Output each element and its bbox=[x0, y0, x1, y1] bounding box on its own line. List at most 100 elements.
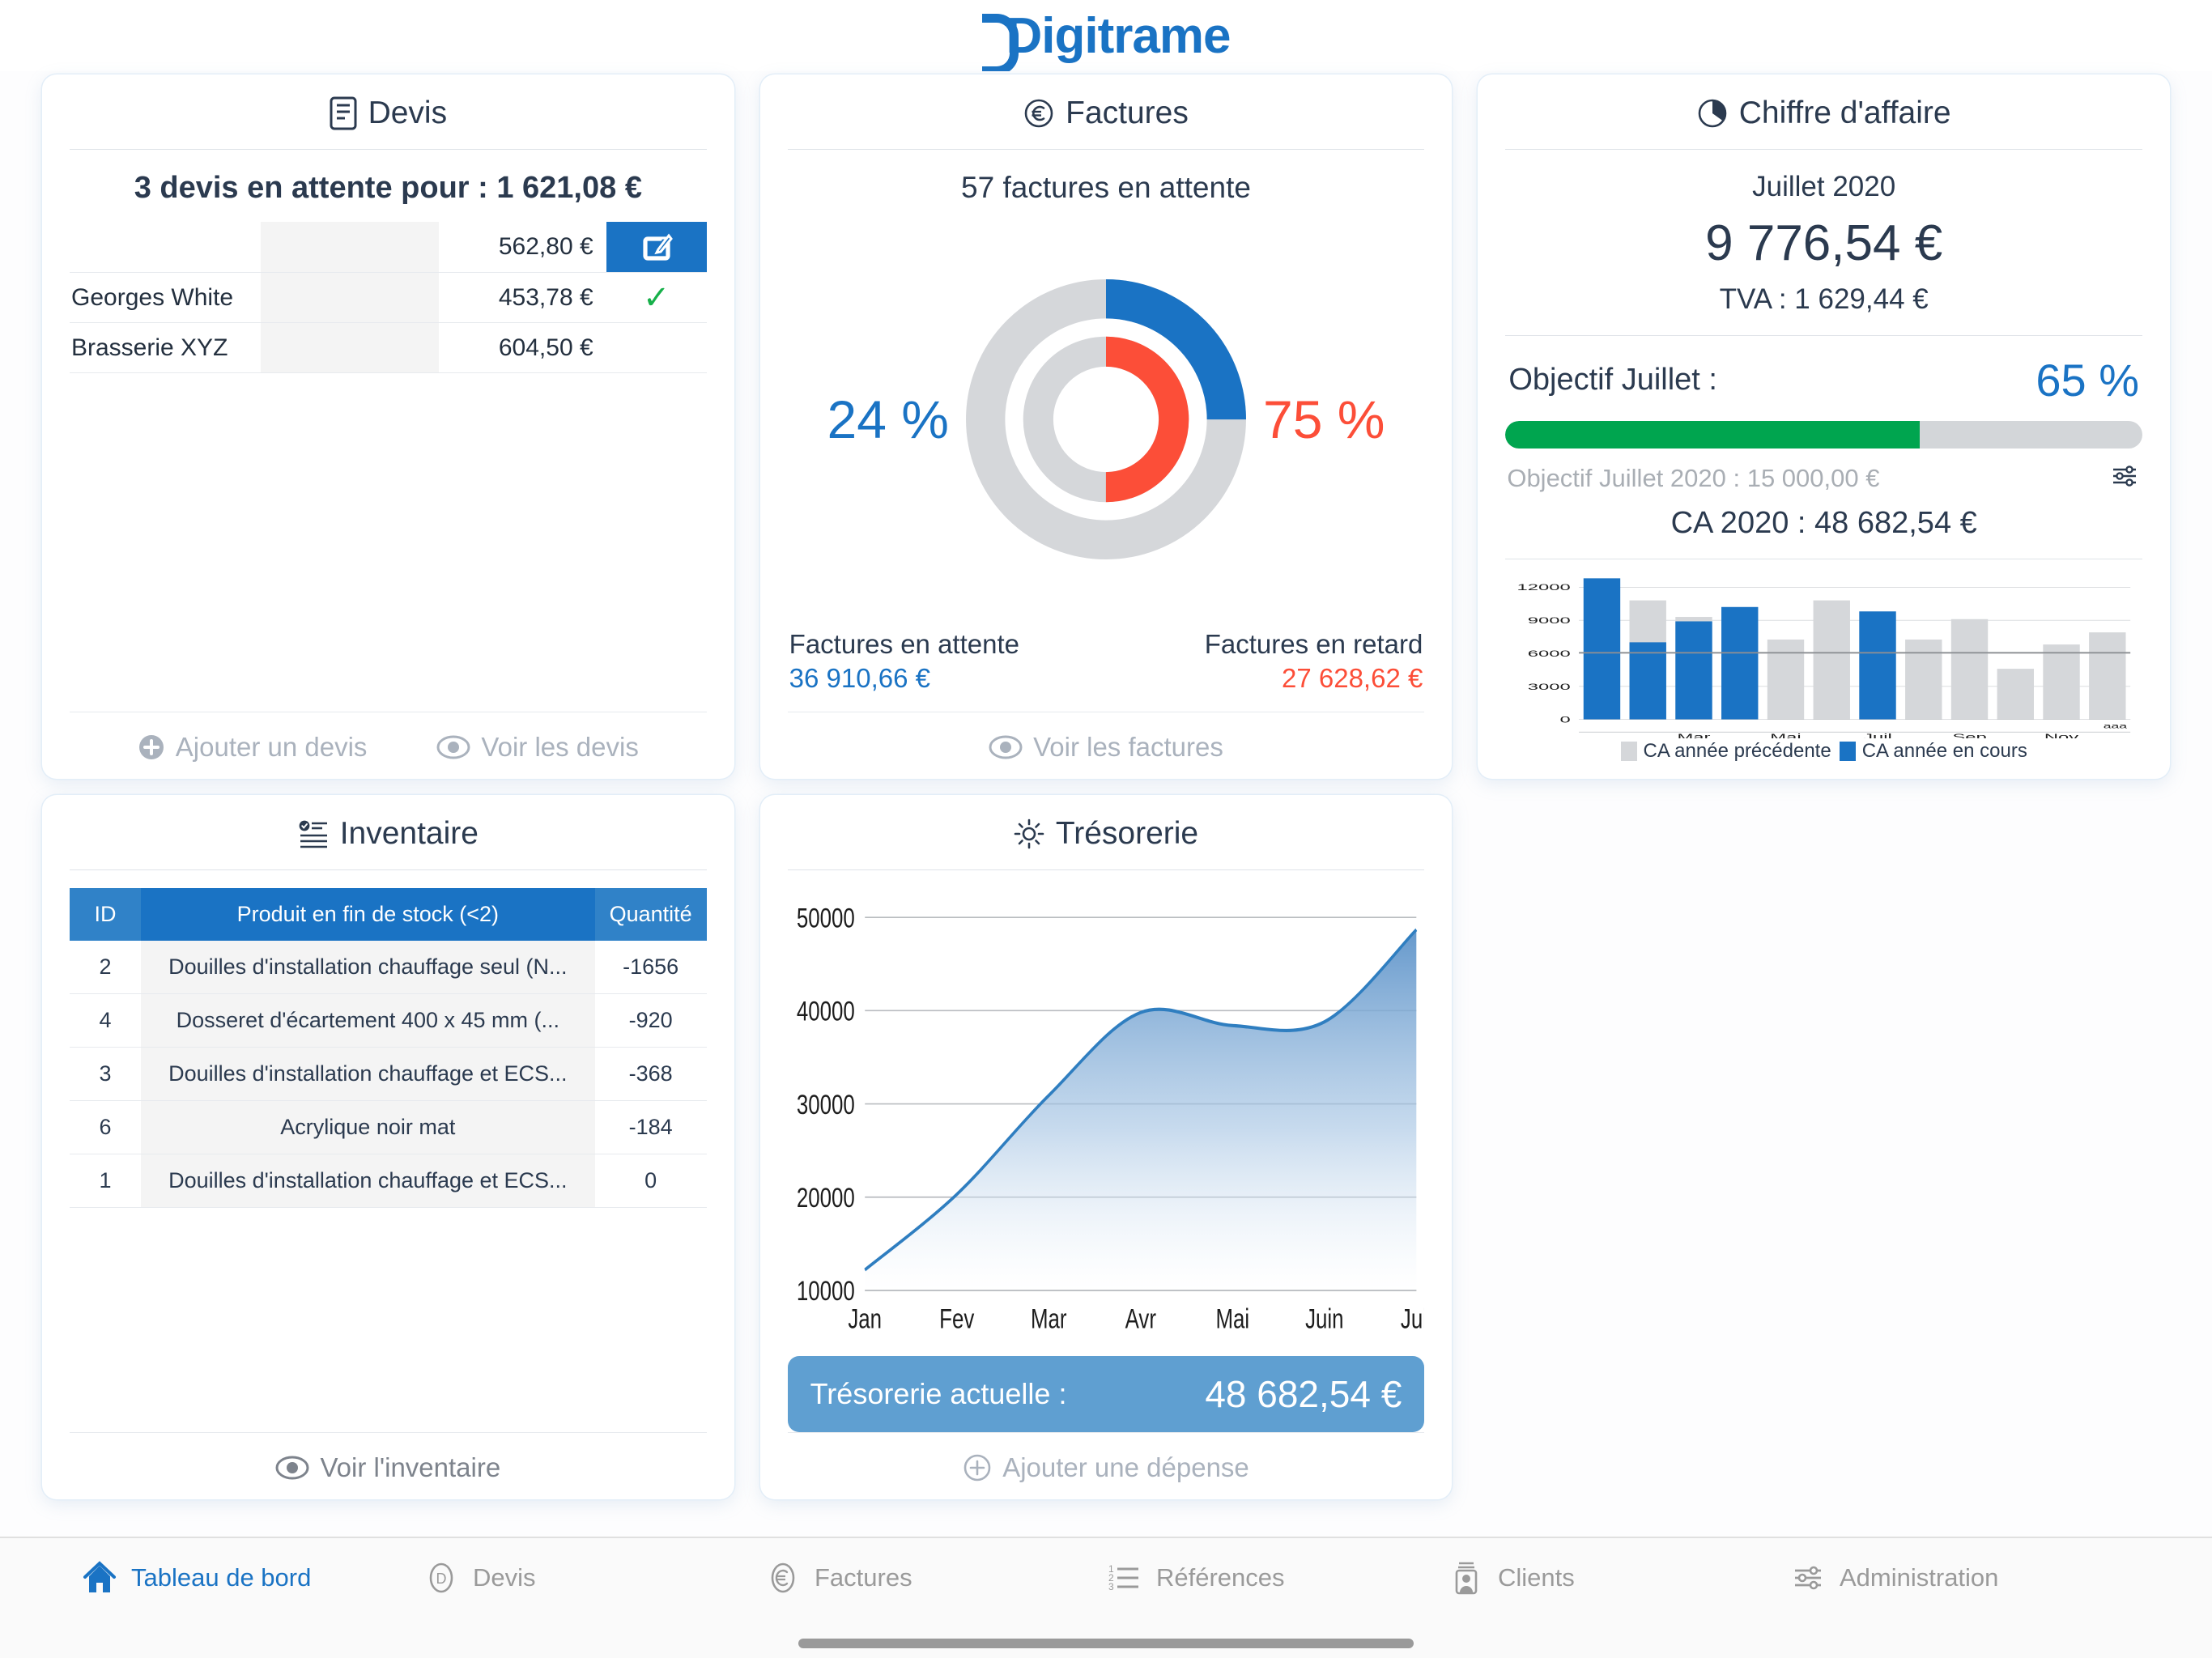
chiffre-bar-chart: 0 3000 6000 9000 12000 aaa Mar Mai Juil Sep Nov bbox=[1505, 559, 2142, 742]
chiffre-tva: TVA : 1 629,44 € bbox=[1505, 283, 2142, 336]
inventaire-table-header: ID Produit en fin de stock (<2) Quantité bbox=[70, 888, 707, 941]
pie-clock-icon bbox=[1697, 98, 1728, 129]
factures-pct-late: 75 % bbox=[1262, 389, 1385, 449]
table-row[interactable]: 3 Douilles d'installation chauffage et E… bbox=[70, 1047, 707, 1101]
chiffre-month: Juillet 2020 bbox=[1752, 171, 1896, 202]
eye-icon bbox=[275, 1456, 309, 1480]
factures-legend: Factures en attente 36 910,66 € Factures… bbox=[788, 626, 1425, 712]
nav-item-administration[interactable]: Administration bbox=[1789, 1559, 2131, 1596]
svg-text:Mar: Mar bbox=[1031, 1304, 1067, 1334]
table-row[interactable]: Brasserie XYZ 604,50 € bbox=[70, 322, 707, 373]
legend-current-year: CA année en cours bbox=[1839, 740, 2027, 763]
row-product: Dosseret d'écartement 400 x 45 mm (... bbox=[141, 993, 595, 1048]
nav-item-clients[interactable]: Clients bbox=[1448, 1559, 1789, 1596]
table-row[interactable]: 6 Acrylique noir mat -184 bbox=[70, 1100, 707, 1154]
view-inventaire-label: Voir l'inventaire bbox=[320, 1452, 501, 1482]
objective-percent: 65 % bbox=[2035, 355, 2139, 406]
row-id: 3 bbox=[70, 1047, 141, 1101]
svg-text:Mar: Mar bbox=[1678, 732, 1711, 738]
edit-devis-button[interactable] bbox=[606, 222, 707, 272]
svg-text:Mai: Mai bbox=[1215, 1304, 1249, 1334]
nav-item-factures[interactable]: Factures bbox=[764, 1559, 1106, 1596]
svg-text:aaa: aaa bbox=[2104, 722, 2128, 729]
svg-text:20000: 20000 bbox=[797, 1184, 855, 1214]
nav-items: Tableau de bord D Devis Factures 1 2 3 R… bbox=[81, 1538, 2131, 1596]
nav-item-devis[interactable]: D Devis bbox=[423, 1559, 764, 1596]
card-chiffre-header: Chiffre d'affaire bbox=[1505, 96, 2142, 150]
nav-item-tableau-de-bord[interactable]: Tableau de bord bbox=[81, 1559, 423, 1596]
tresorerie-current-pill: Trésorerie actuelle : 48 682,54 € bbox=[787, 1356, 1425, 1432]
table-row[interactable]: 2 Douilles d'installation chauffage seul… bbox=[70, 941, 707, 994]
legend-prev-year: CA année précédente bbox=[1620, 740, 1831, 763]
nav-item-references[interactable]: 1 2 3 Références bbox=[1106, 1559, 1448, 1596]
euro-circle-icon bbox=[764, 1559, 802, 1596]
add-depense-button[interactable]: Ajouter une dépense bbox=[963, 1452, 1249, 1483]
devis-action-cell bbox=[606, 323, 707, 373]
svg-text:10000: 10000 bbox=[797, 1277, 855, 1307]
factures-late-value: 27 628,62 € bbox=[1281, 663, 1423, 693]
svg-text:Mai: Mai bbox=[1771, 732, 1802, 738]
row-product: Douilles d'installation chauffage et ECS… bbox=[141, 1047, 595, 1101]
svg-text:D: D bbox=[436, 1571, 447, 1587]
eye-icon bbox=[436, 735, 470, 759]
view-factures-label: Voir les factures bbox=[1033, 732, 1223, 762]
plus-circle-icon bbox=[138, 733, 165, 761]
card-factures-title: Factures bbox=[1066, 96, 1189, 130]
card-tresorerie: Trésorerie 10000 20000 30000 40000 50000 Jan F… bbox=[759, 795, 1453, 1499]
card-tresorerie-title: Trésorerie bbox=[1055, 816, 1199, 851]
col-id: ID bbox=[70, 888, 141, 941]
svg-text:Juil: Juil bbox=[1401, 1304, 1425, 1334]
eye-icon bbox=[989, 735, 1023, 759]
svg-text:9000: 9000 bbox=[1528, 615, 1571, 626]
row-qty: 0 bbox=[594, 1154, 707, 1208]
factures-pending-value: 36 910,66 € bbox=[789, 663, 930, 693]
add-devis-label: Ajouter un devis bbox=[175, 732, 368, 762]
svg-text:Sep: Sep bbox=[1953, 732, 1987, 738]
devis-bar bbox=[260, 272, 440, 323]
factures-late-label: Factures en retard bbox=[1204, 629, 1423, 659]
add-devis-button[interactable]: Ajouter un devis bbox=[138, 732, 368, 763]
legend-current-swatch bbox=[1839, 742, 1856, 761]
table-row[interactable]: Georges White 453,78 € ✓ bbox=[70, 272, 707, 323]
objective-sub-label: Objectif Juillet 2020 : 15 000,00 € bbox=[1507, 463, 1880, 492]
view-inventaire-button[interactable]: Voir l'inventaire bbox=[275, 1452, 500, 1483]
legend-prev-swatch bbox=[1620, 742, 1637, 761]
add-depense-label: Ajouter une dépense bbox=[1002, 1452, 1249, 1482]
nav-label-devis: Devis bbox=[473, 1563, 536, 1592]
card-factures-header: Factures bbox=[787, 96, 1425, 150]
document-icon bbox=[330, 96, 357, 130]
dashboard-body: Devis 3 devis en attente pour : 1 621,08… bbox=[0, 71, 2212, 1537]
row-qty: -920 bbox=[594, 993, 707, 1048]
nav-label-administration: Administration bbox=[1840, 1563, 1999, 1592]
sliders-icon[interactable] bbox=[2108, 460, 2141, 496]
card-inventaire: Inventaire ID Produit en fin de stock (<… bbox=[42, 795, 734, 1499]
view-devis-button[interactable]: Voir les devis bbox=[436, 732, 639, 763]
devis-amount: 604,50 € bbox=[498, 334, 593, 361]
factures-late-block: Factures en retard 27 628,62 € bbox=[1205, 629, 1423, 694]
objective-progress-bar bbox=[1505, 421, 2142, 449]
tresorerie-footer: Ajouter une dépense bbox=[787, 1432, 1425, 1483]
table-row[interactable]: 562,80 € bbox=[70, 222, 707, 273]
card-devis-title: Devis bbox=[368, 96, 448, 130]
nav-label-factures: Factures bbox=[815, 1563, 912, 1592]
card-inventaire-header: Inventaire bbox=[70, 816, 707, 870]
factures-pct-pending: 24 % bbox=[827, 389, 949, 449]
row-product: Douilles d'installation chauffage et ECS… bbox=[141, 1154, 595, 1208]
view-factures-button[interactable]: Voir les factures bbox=[989, 732, 1223, 763]
devis-bar bbox=[260, 322, 440, 373]
home-icon bbox=[81, 1559, 118, 1596]
svg-text:0: 0 bbox=[1560, 714, 1571, 725]
svg-text:Avr: Avr bbox=[1125, 1304, 1155, 1334]
table-row[interactable]: 1 Douilles d'installation chauffage et E… bbox=[70, 1154, 707, 1208]
numbered-list-icon: 1 2 3 bbox=[1106, 1559, 1143, 1596]
svg-text:40000: 40000 bbox=[797, 997, 855, 1027]
table-row[interactable]: 4 Dosseret d'écartement 400 x 45 mm (...… bbox=[70, 993, 707, 1048]
card-inventaire-title: Inventaire bbox=[339, 816, 479, 851]
row-product: Acrylique noir mat bbox=[141, 1100, 595, 1154]
row-qty: -368 bbox=[594, 1047, 707, 1101]
devis-bar bbox=[260, 222, 440, 273]
factures-footer: Voir les factures bbox=[787, 712, 1425, 763]
inventaire-footer: Voir l'inventaire bbox=[70, 1432, 707, 1483]
